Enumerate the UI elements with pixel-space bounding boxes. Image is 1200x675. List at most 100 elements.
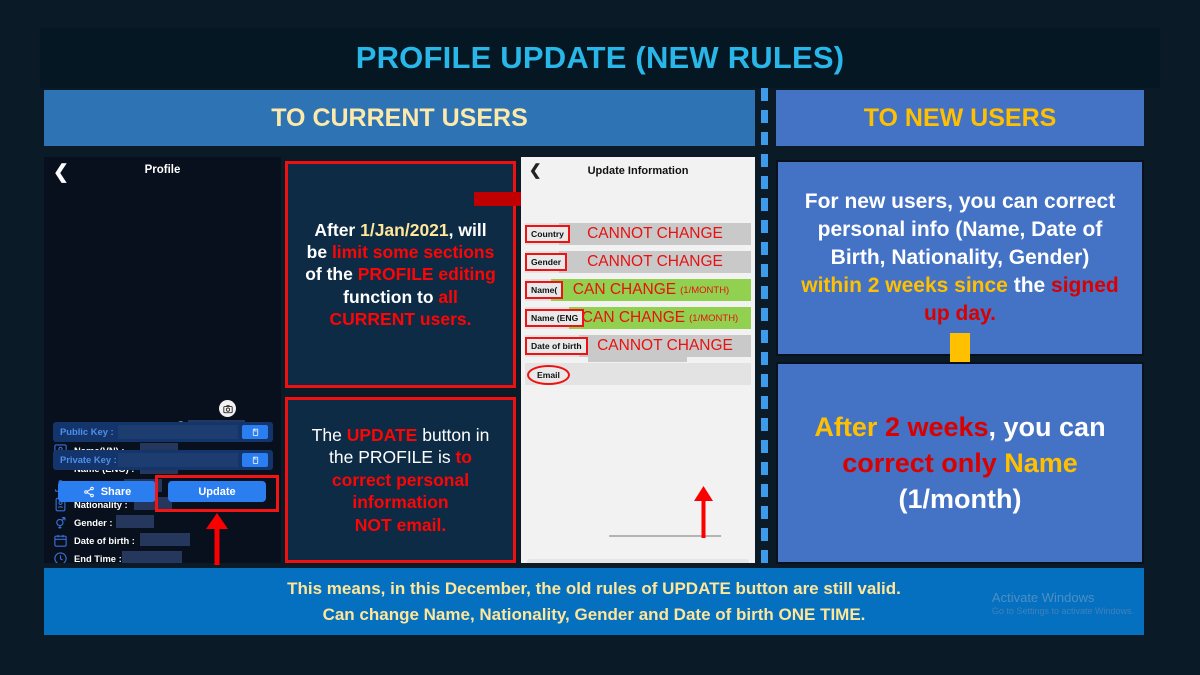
nn2-l2b: Name	[1004, 447, 1078, 478]
vertical-dashed-divider	[761, 88, 768, 566]
field-chip-country: Country	[525, 225, 570, 243]
update-topbar: ❮ Update Information	[521, 157, 755, 191]
nn1-l1: For new users, you can correct	[804, 190, 1116, 214]
nn1-l4c: the	[1013, 273, 1052, 297]
field-chip-gender: Gender	[525, 253, 568, 271]
nn2-l2a: correct only	[842, 447, 1005, 478]
clock-icon	[53, 551, 68, 563]
nc2-l1b: UPDATE	[346, 425, 418, 446]
nc2-l4: information	[352, 492, 449, 513]
nc2-l3: correct personal	[331, 469, 470, 490]
nc2-l5: NOT email.	[354, 514, 447, 535]
gender-icon	[53, 515, 68, 530]
note-panel-new-1: For new users, you can correct personal …	[776, 160, 1144, 356]
verdict-country: CANNOT CHANGE	[587, 225, 723, 242]
verdict-band-dob: CANNOT CHANGE	[579, 335, 751, 357]
red-arrow-up-to-update	[206, 513, 228, 565]
private-key-value-redacted	[118, 453, 238, 467]
verdict-band-name-vn: CAN CHANGE (1/MONTH)	[551, 279, 751, 301]
verdict-gender: CANNOT CHANGE	[587, 253, 723, 270]
field-chip-name-vn: Name(	[525, 281, 564, 299]
slide-title-bar: PROFILE UPDATE (NEW RULES)	[40, 28, 1160, 88]
nn2-l1c: , you can	[988, 411, 1106, 442]
private-key-row[interactable]: Private Key :	[53, 450, 273, 470]
nc2-l2a: the PROFILE is	[329, 447, 456, 468]
update-screen-title: Update Information	[587, 165, 689, 177]
nn2-l1b: 2 weeks	[884, 411, 989, 442]
verdict-name-vn: CAN CHANGE	[572, 281, 677, 298]
public-key-label: Public Key :	[60, 426, 114, 437]
nc2-l1a: The	[311, 425, 347, 446]
nn1-l4d: signed	[1051, 273, 1119, 297]
bottom-line-1: This means, in this December, the old ru…	[287, 579, 901, 598]
update-button-highlight	[155, 475, 279, 512]
profile-title: Profile	[144, 164, 181, 176]
nc1-l1a: After	[314, 219, 361, 240]
share-button-label: Share	[100, 485, 132, 498]
nc1-l1b: 1/Jan/2021	[360, 219, 449, 240]
copy-icon[interactable]	[242, 425, 268, 439]
section-header-new-users: TO NEW USERS	[776, 90, 1144, 146]
public-key-row[interactable]: Public Key :	[53, 422, 273, 442]
field-chip-email: Email	[527, 365, 570, 385]
note-panel-current-2: The UPDATE button in the PROFILE is to c…	[285, 397, 516, 563]
nc2-l2b: to	[455, 447, 472, 468]
nc1-l5: CURRENT users.	[329, 309, 472, 330]
nn2-l3: (1/month)	[898, 484, 1022, 515]
profile-topbar: ❮ Profile	[44, 157, 281, 190]
public-key-value-redacted	[118, 425, 238, 439]
share-icon	[83, 486, 94, 497]
note-panel-new-2-text: After 2 weeks, you can correct only Name…	[814, 409, 1105, 518]
nc1-l4b: all	[438, 286, 458, 307]
note-panel-current-2-text: The UPDATE button in the PROFILE is to c…	[312, 424, 490, 536]
verdict-band-gender: CANNOT CHANGE	[559, 251, 751, 273]
camera-icon[interactable]	[219, 400, 236, 417]
nc1-l2b: limit some sections	[331, 241, 495, 262]
nc1-l3a: of the	[305, 264, 358, 285]
nc1-l2a: be	[306, 241, 332, 262]
nc1-l3b: PROFILE editing	[357, 264, 496, 285]
section-header-new-users-label: TO NEW USERS	[863, 103, 1057, 132]
private-key-label: Private Key :	[60, 454, 117, 465]
update-information-screen-mockup: ❮ Update Information CANNOT CHANGE CANNO…	[521, 157, 755, 563]
profile-field-value	[122, 551, 182, 563]
profile-field-label: Date of birth :	[74, 535, 135, 546]
activate-windows-subtitle: Go to Settings to activate Windows.	[991, 605, 1134, 616]
verdict-name-eng-suffix: (1/MONTH)	[689, 312, 739, 324]
note-panel-new-1-text: For new users, you can correct personal …	[801, 188, 1118, 328]
bottom-line-2: Can change Name, Nationality, Gender and…	[322, 604, 866, 624]
verdict-dob: CANNOT CHANGE	[597, 337, 733, 354]
nn1-l4b: since	[948, 273, 1014, 297]
red-arrow-up-to-next	[694, 486, 713, 538]
nc1-l1c: , will	[448, 219, 487, 240]
nc1-l4a: function to	[343, 286, 439, 307]
page-title: PROFILE UPDATE (NEW RULES)	[355, 40, 845, 75]
copy-icon[interactable]	[242, 453, 268, 467]
update-info-note: This may last up to 4 days, in some case…	[527, 559, 749, 563]
bottom-summary-banner: This means, in this December, the old ru…	[44, 568, 1144, 635]
nn1-l2: personal info (Name, Date of	[817, 218, 1103, 242]
activate-windows-watermark: Activate Windows Go to Settings to activ…	[992, 590, 1134, 617]
profile-field-label: Gender :	[74, 517, 113, 528]
nn2-l1a: After	[814, 411, 885, 442]
verdict-band-country: CANNOT CHANGE	[559, 223, 751, 245]
note-panel-current-1-text: After 1/Jan/2021, will be limit some sec…	[305, 219, 496, 331]
nn1-l5: up day.	[924, 301, 996, 325]
verdict-name-eng: CAN CHANGE	[581, 309, 686, 326]
activate-windows-title: Activate Windows	[991, 590, 1095, 605]
nn1-l3: Birth, Nationality, Gender)	[830, 246, 1090, 270]
field-chip-name-eng: Name (ENG	[525, 309, 585, 327]
nc2-l1c: button in	[417, 425, 490, 446]
profile-field-label: End Time :	[74, 553, 122, 563]
profile-field-row: End Time :	[44, 549, 281, 563]
verdict-name-vn-suffix: (1/MONTH)	[680, 284, 730, 296]
profile-field-value	[140, 533, 190, 546]
note-panel-new-2: After 2 weeks, you can correct only Name…	[776, 362, 1144, 564]
share-button[interactable]: Share	[58, 481, 156, 502]
nn1-l4a: within 2 weeks	[801, 273, 949, 297]
section-header-current-users-label: TO CURRENT USERS	[271, 103, 528, 132]
profile-field-value	[116, 515, 154, 528]
section-header-current-users: TO CURRENT USERS	[44, 90, 755, 146]
field-chip-dob: Date of birth	[525, 337, 588, 355]
verdict-band-name-eng: CAN CHANGE (1/MONTH)	[569, 307, 751, 329]
